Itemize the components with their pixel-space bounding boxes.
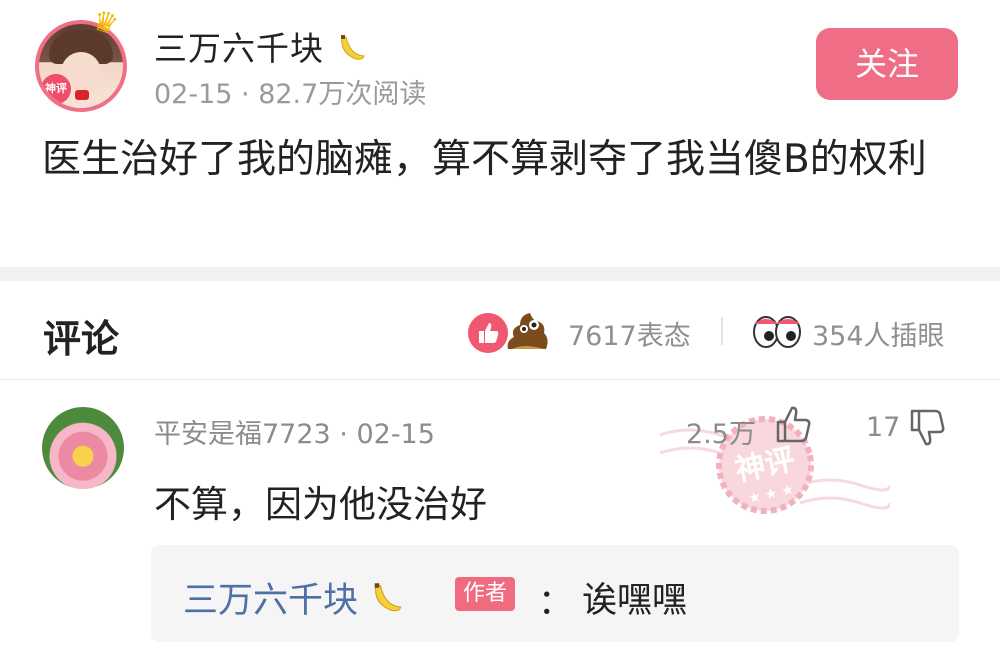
- post-text: 医生治好了我的脑瘫，算不算剥夺了我当傻B的权利: [42, 137, 927, 182]
- section-divider: [0, 267, 1000, 281]
- thumb-up-icon[interactable]: [774, 404, 812, 444]
- eyes-icon[interactable]: [752, 312, 802, 350]
- plugin-count[interactable]: 354人插眼: [812, 314, 945, 353]
- like-count: 2.5万: [686, 419, 756, 450]
- reply-text: 诶嘿嘿: [582, 581, 688, 621]
- banana-icon: [374, 583, 402, 612]
- commenter-name[interactable]: 平安是福7723 · 02-15: [154, 412, 435, 451]
- reactions-count[interactable]: 7617表态: [568, 314, 691, 353]
- reply-colon: ：: [538, 583, 574, 623]
- poop-reaction-icon[interactable]: [504, 305, 550, 355]
- banana-icon: [340, 35, 365, 60]
- reply-author[interactable]: 三万六千块: [183, 572, 403, 623]
- dislike-count: 17: [866, 412, 901, 443]
- header-bottom-line: [0, 379, 1000, 380]
- header-separator: [721, 317, 723, 345]
- author-tag: 作者: [455, 577, 516, 611]
- comment-text: 不算，因为他没治好: [154, 483, 487, 526]
- crown-icon: ♛: [88, 2, 123, 43]
- follow-button[interactable]: 关注: [816, 28, 958, 100]
- thumb-down-icon[interactable]: [908, 408, 946, 448]
- author-badge: 神评: [41, 74, 71, 104]
- comments-title: 评论: [43, 317, 120, 361]
- commenter-avatar[interactable]: [42, 407, 124, 489]
- author-name[interactable]: 三万六千块: [154, 22, 366, 70]
- post-meta: 02-15 · 82.7万次阅读: [154, 79, 427, 110]
